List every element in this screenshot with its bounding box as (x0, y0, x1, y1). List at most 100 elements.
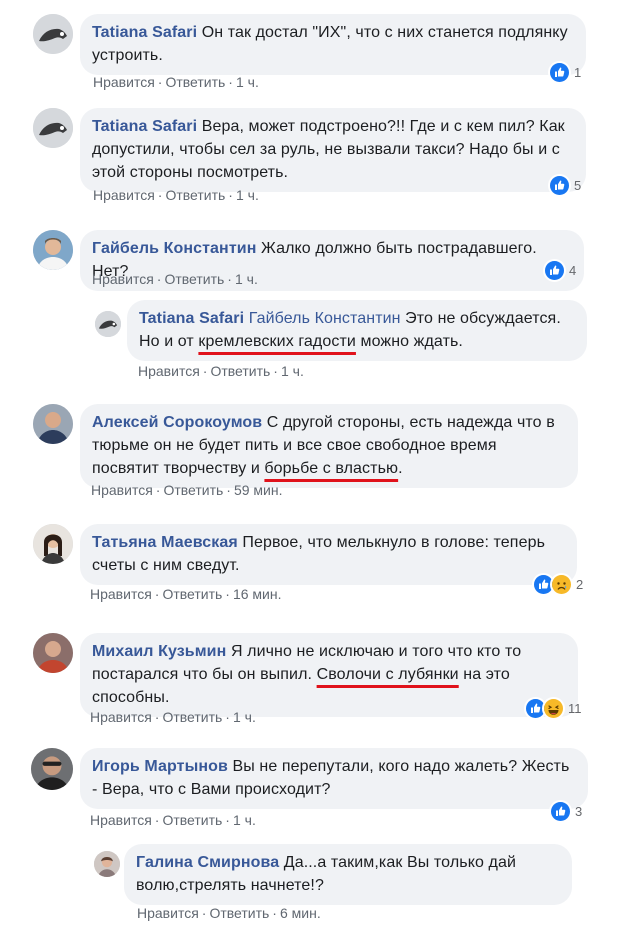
separator: · (154, 812, 160, 828)
reply-link[interactable]: Ответить (163, 482, 223, 498)
separator: · (225, 709, 230, 725)
comment-bubble: Tatiana Safari Вера, может подстроено?!!… (80, 108, 586, 192)
comment-time[interactable]: 1 ч. (281, 363, 304, 379)
comment-time[interactable]: 59 мин. (234, 482, 283, 498)
reply-link[interactable]: Ответить (162, 586, 222, 602)
comment-thread: Tatiana Safari Он так достал "ИХ", что с… (0, 0, 641, 930)
separator: · (225, 586, 230, 602)
reaction-count: 5 (574, 178, 582, 193)
comment-author[interactable]: Галина Смирнова (136, 854, 279, 871)
comment-time[interactable]: 1 ч. (236, 187, 259, 203)
separator: · (201, 905, 207, 921)
underlined-phrase: кремлевских гадости (198, 333, 356, 350)
comment-actions: Нравится · Ответить · 1 ч. (90, 709, 256, 725)
reply-link[interactable]: Ответить (165, 74, 225, 90)
separator: · (273, 363, 278, 379)
like-icon (548, 61, 571, 84)
comment-actions: Нравится · Ответить · 1 ч. (92, 271, 258, 287)
like-link[interactable]: Нравится (90, 812, 152, 828)
like-link[interactable]: Нравится (91, 482, 153, 498)
reply-link[interactable]: Ответить (162, 709, 222, 725)
reaction-summary[interactable]: 5 (548, 174, 581, 197)
separator: · (157, 187, 163, 203)
reply-link[interactable]: Ответить (209, 905, 269, 921)
comment-author[interactable]: Игорь Мартынов (92, 758, 228, 775)
avatar[interactable] (94, 851, 120, 877)
comment-time[interactable]: 16 мин. (233, 586, 282, 602)
reaction-count: 4 (569, 263, 577, 278)
reply-link[interactable]: Ответить (165, 187, 225, 203)
avatar[interactable] (31, 748, 73, 790)
comment-actions: Нравится · Ответить · 1 ч. (93, 74, 259, 90)
underlined-phrase: борьбе с властью (264, 460, 399, 477)
avatar[interactable] (33, 524, 73, 564)
comment-time[interactable]: 1 ч. (236, 74, 259, 90)
comment-bubble: Галина Смирнова Да...а таким,как Вы толь… (124, 844, 572, 905)
reply-link[interactable]: Ответить (162, 812, 222, 828)
reaction-count: 11 (568, 701, 582, 716)
reaction-count: 3 (575, 804, 583, 819)
comment-author[interactable]: Гайбель Константин (92, 240, 256, 257)
reaction-summary[interactable]: 3 (549, 800, 582, 823)
reply-link[interactable]: Ответить (210, 363, 270, 379)
comment-bubble: Алексей Сорокоумов С другой стороны, ест… (80, 404, 578, 488)
comment-author[interactable]: Tatiana Safari (92, 24, 197, 41)
separator: · (155, 482, 161, 498)
separator: · (225, 812, 230, 828)
comment-author[interactable]: Михаил Кузьмин (92, 643, 226, 660)
separator: · (157, 74, 163, 90)
separator: · (156, 271, 162, 287)
like-icon (548, 174, 571, 197)
like-icon (543, 259, 566, 282)
like-link[interactable]: Нравится (93, 74, 155, 90)
comment-actions: Нравится · Ответить · 6 мин. (137, 905, 321, 921)
haha-icon (542, 697, 565, 720)
separator: · (272, 905, 277, 921)
comment-actions: Нравится · Ответить · 16 мин. (90, 586, 282, 602)
like-link[interactable]: Нравится (137, 905, 199, 921)
comment-actions: Нравится · Ответить · 1 ч. (93, 187, 259, 203)
separator: · (154, 709, 160, 725)
avatar[interactable] (33, 633, 73, 673)
separator: · (202, 363, 208, 379)
comment-author[interactable]: Tatiana Safari (92, 118, 197, 135)
underlined-phrase: Сволочи с лубянки (316, 666, 459, 683)
reaction-count: 1 (574, 65, 582, 80)
reaction-summary[interactable]: 1 (548, 61, 581, 84)
reply-link[interactable]: Ответить (164, 271, 224, 287)
separator: · (226, 482, 231, 498)
reaction-summary[interactable]: 4 (543, 259, 576, 282)
comment-bubble: Tatiana Safari Гайбель Константин Это не… (127, 300, 587, 361)
like-link[interactable]: Нравится (93, 187, 155, 203)
avatar[interactable] (33, 404, 73, 444)
like-link[interactable]: Нравится (90, 586, 152, 602)
comment-bubble: Tatiana Safari Он так достал "ИХ", что с… (80, 14, 586, 75)
comment-author[interactable]: Татьяна Маевская (92, 534, 238, 551)
avatar[interactable] (33, 14, 73, 54)
comment-time[interactable]: 1 ч. (235, 271, 258, 287)
separator: · (228, 74, 233, 90)
comment-bubble: Михаил Кузьмин Я лично не исключаю и тог… (80, 633, 578, 717)
reaction-summary[interactable]: 11 (524, 697, 582, 720)
like-link[interactable]: Нравится (90, 709, 152, 725)
mention-link[interactable]: Гайбель Константин (249, 310, 401, 327)
comment-actions: Нравится · Ответить · 59 мин. (91, 482, 283, 498)
comment-bubble: Игорь Мартынов Вы не перепутали, кого на… (80, 748, 588, 809)
like-link[interactable]: Нравится (92, 271, 154, 287)
separator: · (154, 586, 160, 602)
comment-actions: Нравится · Ответить · 1 ч. (90, 812, 256, 828)
like-link[interactable]: Нравится (138, 363, 200, 379)
avatar[interactable] (33, 230, 73, 270)
separator: · (228, 187, 233, 203)
comment-author[interactable]: Tatiana Safari (139, 310, 244, 327)
comment-time[interactable]: 1 ч. (233, 709, 256, 725)
like-icon (549, 800, 572, 823)
separator: · (227, 271, 232, 287)
reaction-summary[interactable]: 2 (532, 573, 583, 596)
avatar[interactable] (95, 311, 121, 337)
comment-time[interactable]: 6 мин. (280, 905, 321, 921)
avatar[interactable] (33, 108, 73, 148)
comment-actions: Нравится · Ответить · 1 ч. (138, 363, 304, 379)
comment-time[interactable]: 1 ч. (233, 812, 256, 828)
comment-author[interactable]: Алексей Сорокоумов (92, 414, 262, 431)
